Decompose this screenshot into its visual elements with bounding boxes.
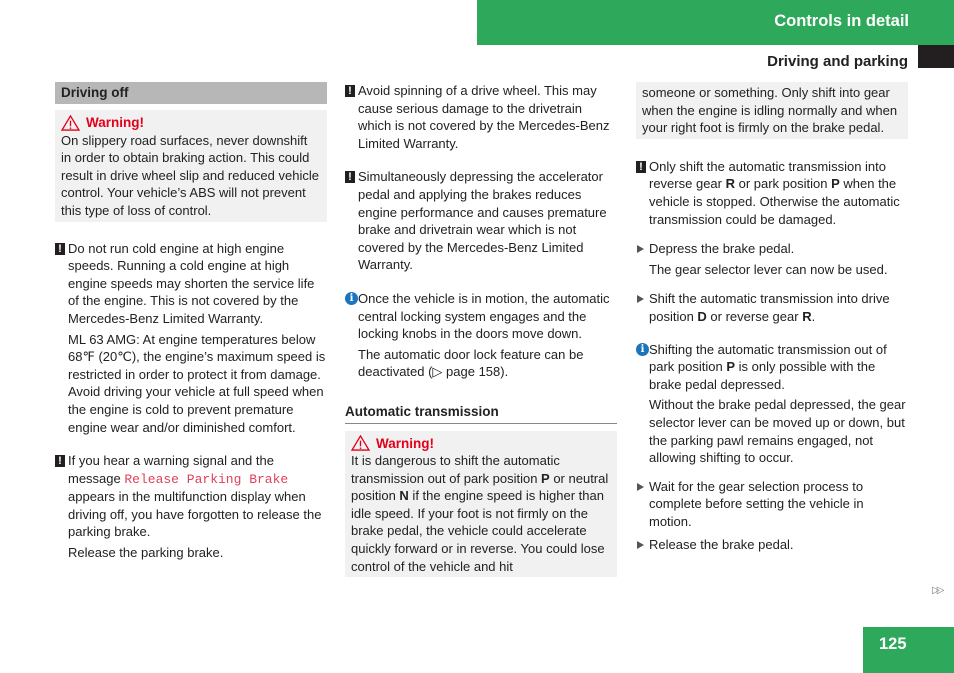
thumb-index-tab — [918, 45, 954, 68]
column-2: ! Avoid spinning of a drive wheel. This … — [345, 82, 617, 578]
info-extra-text[interactable]: The automatic door lock feature can be d… — [358, 346, 617, 381]
caution-icon: ! — [636, 160, 646, 173]
step-text: Shift the automatic transmission into dr… — [649, 290, 908, 325]
text-fragment: appears in the multifunction display whe… — [68, 489, 322, 540]
warning-title: Warning! — [351, 435, 611, 453]
info-note: i Once the vehicle is in motion, the aut… — [345, 290, 617, 381]
caution-text: Do not run cold engine at high engine sp… — [68, 240, 315, 326]
caution-text: Avoid spinning of a drive wheel. This ma… — [358, 83, 610, 151]
warning-title: Warning! — [61, 114, 321, 132]
info-icon: i — [345, 291, 358, 305]
step-text: Release the brake pedal. — [649, 537, 794, 553]
gear-letter: N — [399, 488, 409, 504]
section-title: Driving and parking — [767, 53, 908, 70]
info-text: Shifting the automatic transmission out … — [649, 341, 908, 394]
gear-letter: P — [726, 359, 735, 375]
step-arrow-icon — [637, 482, 644, 491]
step-item: Shift the automatic transmission into dr… — [636, 290, 908, 325]
caution-icon: ! — [345, 171, 355, 184]
gear-letter: P — [541, 470, 550, 486]
info-note: i Shifting the automatic transmission ou… — [636, 341, 908, 467]
info-extra-text: Without the brake pedal depressed, the g… — [649, 397, 906, 466]
caution-note: ! Only shift the automatic transmission … — [636, 158, 908, 228]
step-text: Wait for the gear selection process to c… — [649, 478, 864, 529]
caution-note: ! If you hear a warning signal and the m… — [55, 452, 327, 562]
step-item: Wait for the gear selection process to c… — [636, 478, 908, 531]
caution-text: Only shift the automatic transmission in… — [649, 158, 908, 228]
warning-continuation: someone or something. Only shift into ge… — [636, 82, 908, 139]
warning-box: Warning! It is dangerous to shift the au… — [345, 430, 617, 578]
step-arrow-icon — [637, 295, 644, 304]
chapter-header-bar: Controls in detail — [477, 0, 954, 45]
caution-text: If you hear a warning signal and the mes… — [68, 452, 327, 541]
section-heading-driving-off: Driving off — [55, 82, 327, 104]
caution-icon: ! — [55, 242, 65, 255]
continue-arrow-icon: ▷▷ — [932, 585, 945, 596]
caution-note: ! Do not run cold engine at high engine … — [55, 240, 327, 437]
text-fragment: . — [811, 308, 816, 324]
warning-box: Warning! On slippery road surfaces, neve… — [55, 110, 327, 222]
page-number: 125 — [879, 635, 907, 653]
column-3: someone or something. Only shift into ge… — [636, 82, 908, 554]
step-arrow-icon — [637, 541, 644, 550]
step-item: Depress the brake pedal. The gear select… — [636, 240, 908, 278]
caution-extra-text: ML 63 AMG: At engine temperatures below … — [68, 331, 326, 435]
gear-letter: R — [725, 176, 735, 192]
column-1: Driving off Warning! On slippery road su… — [55, 82, 327, 562]
text-fragment: or park position — [734, 176, 832, 192]
caution-note: ! Avoid spinning of a drive wheel. This … — [345, 82, 617, 152]
warning-text: It is dangerous to shift the automatic t… — [351, 452, 611, 575]
caution-icon: ! — [345, 85, 355, 97]
text-fragment: It is dangerous to shift the automatic t… — [351, 453, 560, 486]
chapter-title: Controls in detail — [774, 12, 909, 30]
step-text: Depress the brake pedal. — [649, 241, 795, 257]
step-result-text: The gear selector lever can now be used. — [649, 261, 888, 277]
caution-extra-text: Release the parking brake. — [68, 545, 224, 561]
text-fragment: or reverse gear — [706, 308, 803, 324]
caution-text: Simultaneously depressing the accelerato… — [358, 169, 607, 273]
warning-triangle-icon — [61, 114, 80, 131]
warning-label: Warning! — [86, 115, 144, 130]
gear-letter: D — [697, 308, 707, 324]
warning-text: On slippery road surfaces, never downshi… — [61, 132, 319, 218]
warning-label: Warning! — [376, 435, 434, 451]
display-message: Release Parking Brake — [124, 471, 289, 487]
step-arrow-icon — [637, 245, 644, 254]
subsection-heading-automatic-transmission: Automatic transmission — [345, 403, 617, 424]
gear-letter: P — [831, 176, 840, 192]
info-icon: i — [636, 342, 649, 356]
step-item: Release the brake pedal. — [636, 536, 908, 554]
page-number-box: 125 — [863, 627, 954, 673]
caution-icon: ! — [55, 455, 65, 468]
info-text: Once the vehicle is in motion, the autom… — [358, 290, 610, 342]
caution-note: ! Simultaneously depressing the accelera… — [345, 168, 617, 274]
warning-triangle-icon — [351, 435, 370, 452]
gear-letter: R — [802, 308, 812, 324]
